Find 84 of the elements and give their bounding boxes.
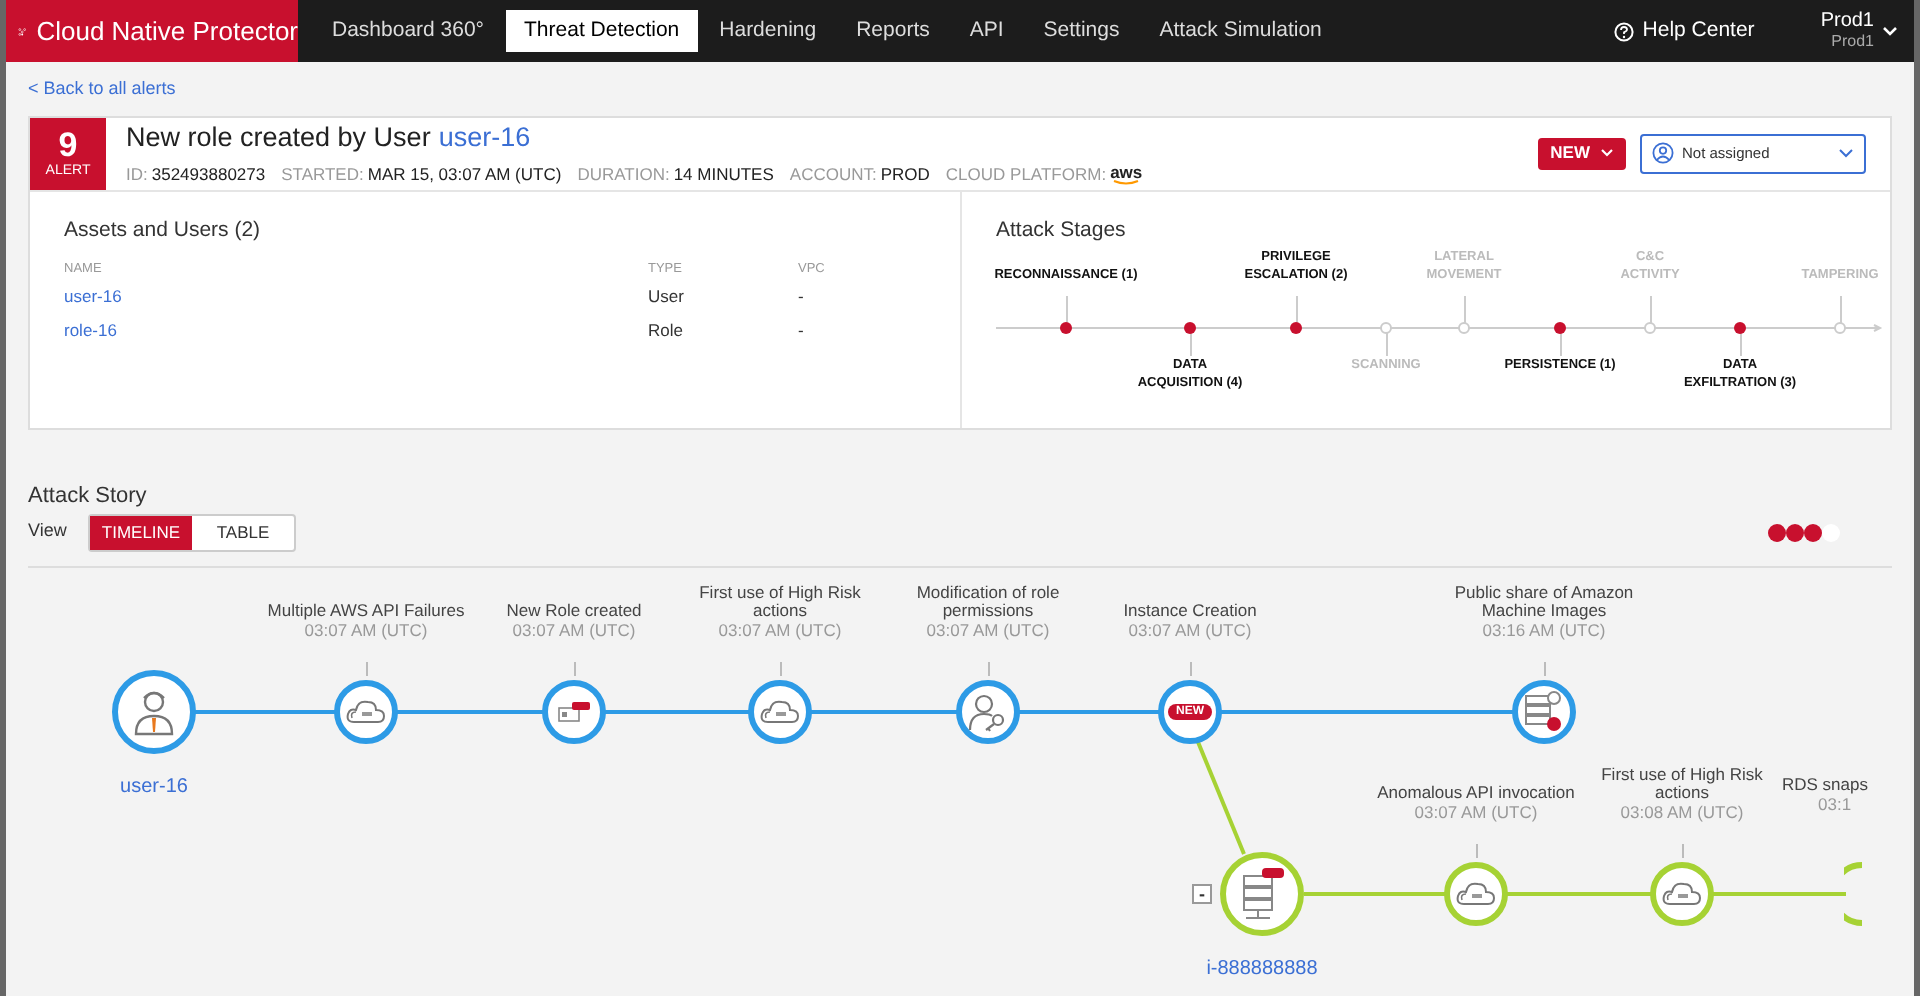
- server-list-icon: [1524, 689, 1564, 733]
- meta-value: MAR 15, 03:07 AM (UTC): [367, 162, 562, 188]
- nav-tab[interactable]: Attack Simulation: [1141, 9, 1340, 53]
- person-icon: [132, 687, 176, 735]
- section-title: Attack Story: [28, 483, 149, 507]
- asset-link[interactable]: user-16: [64, 284, 648, 319]
- event-time: 03:07 AM (UTC): [718, 619, 842, 639]
- event-title: First use of High Risk actions: [1601, 765, 1763, 801]
- table-cell-text: -: [798, 284, 806, 311]
- cloud-icon: [1662, 880, 1702, 906]
- cloud-icon: [1456, 880, 1496, 906]
- collapse-button[interactable]: -: [1192, 883, 1212, 903]
- server-icon: [1238, 867, 1286, 919]
- account-menu[interactable]: Prod1 Prod1: [1820, 11, 1898, 51]
- event-time: 03:08 AM (UTC): [1620, 801, 1744, 821]
- event-node[interactable]: [1444, 861, 1508, 925]
- asset-link[interactable]: role-16: [64, 318, 648, 353]
- nav-tab[interactable]: Hardening: [701, 9, 835, 53]
- event-time: 03:07 AM (UTC): [926, 619, 1050, 639]
- node-link[interactable]: user-16: [74, 771, 234, 801]
- event-title: RDS snaps: [1782, 775, 1868, 793]
- account-sub: Prod1: [1831, 31, 1874, 51]
- meta-value: PROD: [880, 162, 930, 188]
- event-title: Modification of role permissions: [916, 583, 1060, 619]
- table-cell-text: -: [798, 318, 806, 345]
- id-card-icon: [558, 701, 590, 721]
- nav-tab[interactable]: Reports: [838, 9, 948, 53]
- table-cell-text: Role: [648, 318, 685, 345]
- branch-connector: [1196, 739, 1248, 855]
- event-node[interactable]: [956, 679, 1020, 743]
- help-center-link[interactable]: Help Center: [1642, 15, 1755, 47]
- view-toggle[interactable]: TABLE: [192, 515, 294, 549]
- event-node[interactable]: [1650, 861, 1714, 925]
- nav-tab[interactable]: API: [951, 9, 1022, 53]
- event-node[interactable]: [748, 679, 812, 743]
- node-link[interactable]: i-888888888: [1182, 953, 1342, 983]
- event-time: 03:1: [1816, 793, 1852, 813]
- event-title: New Role created: [506, 601, 642, 619]
- event-node[interactable]: [334, 679, 398, 743]
- view-toggle[interactable]: TIMELINE: [90, 515, 192, 549]
- event-time: 03:16 AM (UTC): [1482, 619, 1606, 639]
- user-circle-icon: [1652, 142, 1674, 164]
- event-time: 03:07 AM (UTC): [304, 619, 428, 639]
- back-link[interactable]: < Back to all alerts: [28, 76, 176, 103]
- help-icon: [1614, 21, 1635, 41]
- cloud-icon: [346, 698, 386, 724]
- meta-label: ID:: [126, 162, 148, 188]
- event-title: Anomalous API invocation: [1377, 783, 1575, 801]
- meta-value: 14 MINUTES: [673, 162, 774, 188]
- meta-label: DURATION:: [577, 162, 670, 188]
- meta-label: ACCOUNT:: [789, 162, 877, 188]
- partial-node-drawing[interactable]: [1844, 861, 1864, 925]
- meta-label: STARTED:: [281, 162, 364, 188]
- event-time: 03:07 AM (UTC): [1128, 619, 1252, 639]
- nav-tab[interactable]: Settings: [1025, 9, 1138, 53]
- cloud-icon: [760, 698, 800, 724]
- chevron-down-icon: [1838, 148, 1854, 158]
- chevron-down-icon: [1600, 148, 1614, 158]
- person-key-icon: [968, 691, 1008, 731]
- event-node[interactable]: [542, 679, 606, 743]
- status-dropdown[interactable]: NEW: [1538, 137, 1626, 169]
- event-time: 03:07 AM (UTC): [1414, 801, 1538, 821]
- section-title: Assets and Users (2): [64, 215, 263, 245]
- event-title: Public share of Amazon Machine Images: [1454, 583, 1634, 619]
- nav-tab[interactable]: Dashboard 360°: [314, 9, 503, 53]
- event-title: Instance Creation: [1123, 601, 1257, 619]
- brand-name: Cloud Native Protector: [36, 13, 298, 50]
- event-node[interactable]: [1220, 851, 1304, 935]
- alert-user-link[interactable]: user-16: [438, 118, 531, 159]
- account-name: Prod1: [1820, 11, 1874, 31]
- meta-value: 352493880273: [151, 162, 266, 188]
- event-node[interactable]: [1512, 679, 1576, 743]
- meta-label: CLOUD PLATFORM:: [945, 162, 1107, 188]
- chevron-down-icon: [1882, 25, 1898, 37]
- table-cell-text: User: [648, 284, 686, 311]
- event-node[interactable]: [112, 669, 196, 753]
- section-title: Attack Stages: [996, 215, 1128, 245]
- view-label: View: [28, 518, 69, 545]
- event-title: First use of High Risk actions: [699, 583, 861, 619]
- nav-tab[interactable]: Threat Detection: [506, 9, 698, 53]
- event-time: 03:07 AM (UTC): [512, 619, 636, 639]
- event-title: Multiple AWS API Failures: [267, 601, 465, 619]
- platform-logo: aws: [1110, 164, 1143, 187]
- alert-title: New role created by User: [126, 120, 431, 156]
